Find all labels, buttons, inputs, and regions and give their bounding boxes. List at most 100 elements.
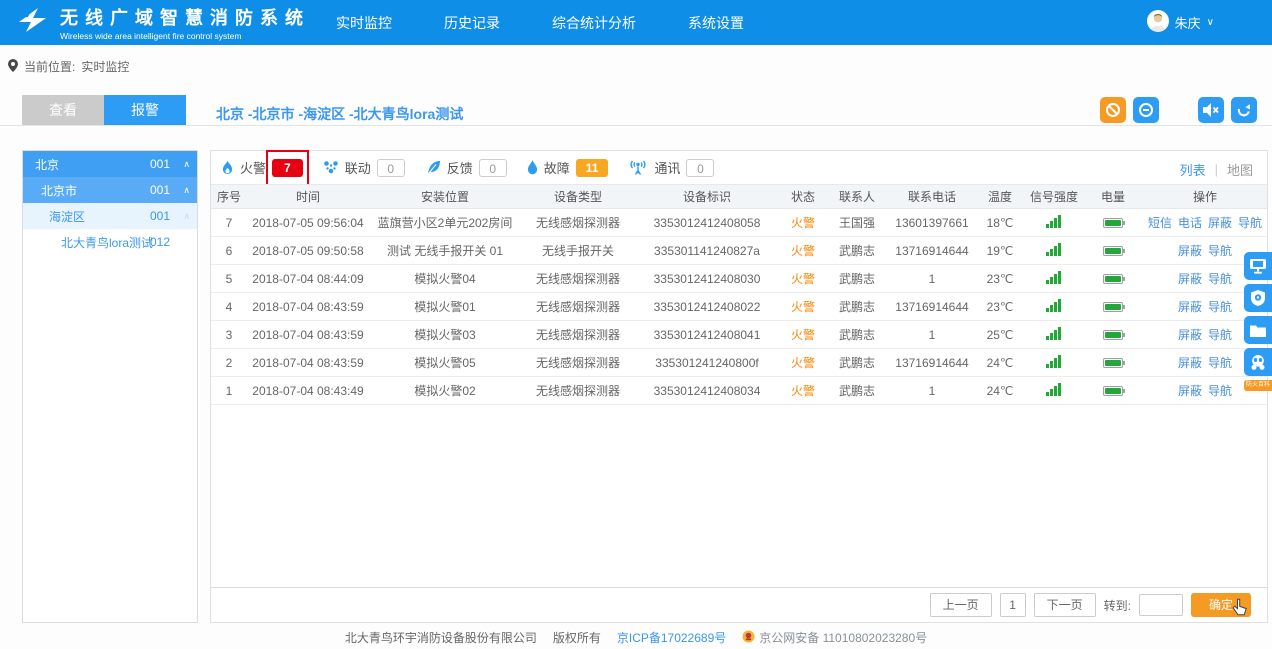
icp-link[interactable]: 京ICP备17022689号 bbox=[617, 629, 726, 646]
minus-circle-button[interactable] bbox=[1133, 97, 1159, 123]
forbid-button[interactable] bbox=[1100, 97, 1126, 123]
op-link-电话[interactable]: 电话 bbox=[1178, 216, 1202, 230]
cell-phone: 13716914644 bbox=[887, 300, 977, 314]
battery-icon bbox=[1103, 274, 1123, 284]
filter-故障[interactable]: 故障11 bbox=[527, 158, 609, 177]
chevron-up-icon: ∧ bbox=[183, 159, 190, 170]
filter-火警[interactable]: 火警7 bbox=[221, 158, 303, 177]
op-link-导航[interactable]: 导航 bbox=[1208, 328, 1232, 342]
tree-node-count: 001 bbox=[150, 157, 170, 171]
fire-encyclopedia-tag[interactable]: 防火百科 bbox=[1244, 380, 1272, 391]
tree-node[interactable]: 北大青鸟lora测试012 bbox=[23, 229, 197, 255]
cell-status: 火警 bbox=[779, 270, 827, 287]
police-badge-icon bbox=[742, 630, 755, 646]
op-link-导航[interactable]: 导航 bbox=[1208, 272, 1232, 286]
op-link-屏蔽[interactable]: 屏蔽 bbox=[1178, 300, 1202, 314]
tab-active[interactable]: 报警 bbox=[104, 95, 186, 125]
header-time: 时间 bbox=[247, 188, 369, 205]
battery-icon bbox=[1103, 246, 1123, 256]
chevron-down-icon: ∨ bbox=[1207, 17, 1214, 28]
cell-contact: 武鹏志 bbox=[827, 242, 887, 259]
app-title-block: 无线广域智慧消防系统 Wireless wide area intelligen… bbox=[60, 4, 310, 41]
cell-battery bbox=[1085, 244, 1141, 258]
prev-page-button[interactable]: 上一页 bbox=[930, 593, 992, 617]
folder-button[interactable] bbox=[1244, 316, 1272, 344]
signal-bars-icon bbox=[1046, 301, 1062, 315]
cell-status: 火警 bbox=[779, 382, 827, 399]
op-link-导航[interactable]: 导航 bbox=[1208, 384, 1232, 398]
filter-count-badge: 0 bbox=[377, 159, 405, 177]
op-link-导航[interactable]: 导航 bbox=[1238, 216, 1262, 230]
app-title: 无线广域智慧消防系统 bbox=[60, 4, 310, 30]
op-link-屏蔽[interactable]: 屏蔽 bbox=[1208, 216, 1232, 230]
cell-status: 火警 bbox=[779, 326, 827, 343]
battery-icon bbox=[1103, 358, 1123, 368]
region-tree: 北京001∧北京市001∧海淀区001∧北大青鸟lora测试012 bbox=[22, 150, 198, 623]
nav-item[interactable]: 综合统计分析 bbox=[552, 13, 636, 33]
cell-no: 6 bbox=[211, 244, 247, 258]
monitor-button[interactable] bbox=[1244, 252, 1272, 280]
cell-signal bbox=[1023, 355, 1085, 371]
filter-反馈[interactable]: 反馈 0 bbox=[425, 158, 507, 177]
filter-bar: 火警7 联动0 反馈 0 故障11 通讯0 bbox=[211, 151, 714, 184]
tree-node[interactable]: 海淀区001∧ bbox=[23, 203, 197, 229]
cell-battery bbox=[1085, 328, 1141, 342]
filter-count-badge: 7 bbox=[272, 159, 303, 177]
op-link-导航[interactable]: 导航 bbox=[1208, 300, 1232, 314]
shield-settings-button[interactable] bbox=[1244, 284, 1272, 312]
cell-temp: 23℃ bbox=[977, 300, 1023, 314]
filter-count-badge: 0 bbox=[479, 159, 507, 177]
confirm-button[interactable]: 确定 bbox=[1191, 593, 1251, 617]
cell-time: 2018-07-04 08:43:59 bbox=[247, 300, 369, 314]
footer-rights: 版权所有 bbox=[553, 629, 601, 646]
map-view-button[interactable]: 地图 bbox=[1227, 160, 1253, 179]
cell-id: 335301141240827a bbox=[635, 244, 779, 258]
table-header: 序号时间安装位置设备类型设备标识状态联系人联系电话温度信号强度电量操作 bbox=[211, 184, 1267, 209]
nav-item[interactable]: 系统设置 bbox=[688, 13, 744, 33]
police-text: 京公网安备 11010802023280号 bbox=[759, 629, 927, 646]
tree-node-label: 海淀区 bbox=[49, 208, 85, 225]
filter-label: 故障 bbox=[544, 158, 570, 177]
filter-label: 反馈 bbox=[447, 158, 473, 177]
next-page-button[interactable]: 下一页 bbox=[1034, 593, 1096, 617]
cell-signal bbox=[1023, 383, 1085, 399]
user-menu[interactable]: 朱庆 ∨ bbox=[1147, 0, 1214, 45]
battery-icon bbox=[1103, 386, 1123, 396]
header-battery: 电量 bbox=[1085, 188, 1141, 205]
cell-id: 335301241240800f bbox=[635, 356, 779, 370]
signal-bars-icon bbox=[1046, 273, 1062, 287]
filter-通讯[interactable]: 通讯0 bbox=[628, 158, 714, 177]
table-row: 62018-07-05 09:50:58测试 无线手报开关 01无线手报开关33… bbox=[211, 237, 1267, 265]
selected-node-path: 北京 -北京市 -海淀区 -北大青鸟lora测试 bbox=[216, 104, 463, 124]
list-view-button[interactable]: 列表 bbox=[1180, 160, 1206, 179]
op-link-屏蔽[interactable]: 屏蔽 bbox=[1178, 384, 1202, 398]
op-link-屏蔽[interactable]: 屏蔽 bbox=[1178, 356, 1202, 370]
op-link-屏蔽[interactable]: 屏蔽 bbox=[1178, 328, 1202, 342]
refresh-button[interactable] bbox=[1231, 97, 1257, 123]
nav-item[interactable]: 实时监控 bbox=[336, 13, 392, 33]
filter-联动[interactable]: 联动0 bbox=[323, 158, 405, 177]
cell-temp: 24℃ bbox=[977, 356, 1023, 370]
op-link-导航[interactable]: 导航 bbox=[1208, 244, 1232, 258]
page-number-button[interactable]: 1 bbox=[1000, 593, 1026, 617]
op-link-屏蔽[interactable]: 屏蔽 bbox=[1178, 272, 1202, 286]
mute-button[interactable] bbox=[1198, 97, 1224, 123]
nav-item[interactable]: 历史记录 bbox=[444, 13, 500, 33]
battery-icon bbox=[1103, 330, 1123, 340]
tree-node[interactable]: 北京001∧ bbox=[23, 151, 197, 177]
tab-inactive[interactable]: 查看 bbox=[22, 95, 104, 125]
cell-phone: 1 bbox=[887, 384, 977, 398]
header-type: 设备类型 bbox=[521, 188, 635, 205]
cell-signal bbox=[1023, 271, 1085, 287]
op-link-导航[interactable]: 导航 bbox=[1208, 356, 1232, 370]
footer-company: 北大青鸟环宇消防设备股份有限公司 bbox=[345, 629, 537, 646]
tree-node[interactable]: 北京市001∧ bbox=[23, 177, 197, 203]
op-link-屏蔽[interactable]: 屏蔽 bbox=[1178, 244, 1202, 258]
cell-phone: 1 bbox=[887, 328, 977, 342]
app-logo-icon bbox=[16, 4, 52, 41]
goto-page-input[interactable] bbox=[1139, 594, 1183, 616]
gas-mask-button[interactable] bbox=[1244, 348, 1272, 376]
cell-contact: 王国强 bbox=[827, 214, 887, 231]
op-link-短信[interactable]: 短信 bbox=[1148, 216, 1172, 230]
breadcrumb: 当前位置: 实时监控 bbox=[8, 58, 129, 75]
